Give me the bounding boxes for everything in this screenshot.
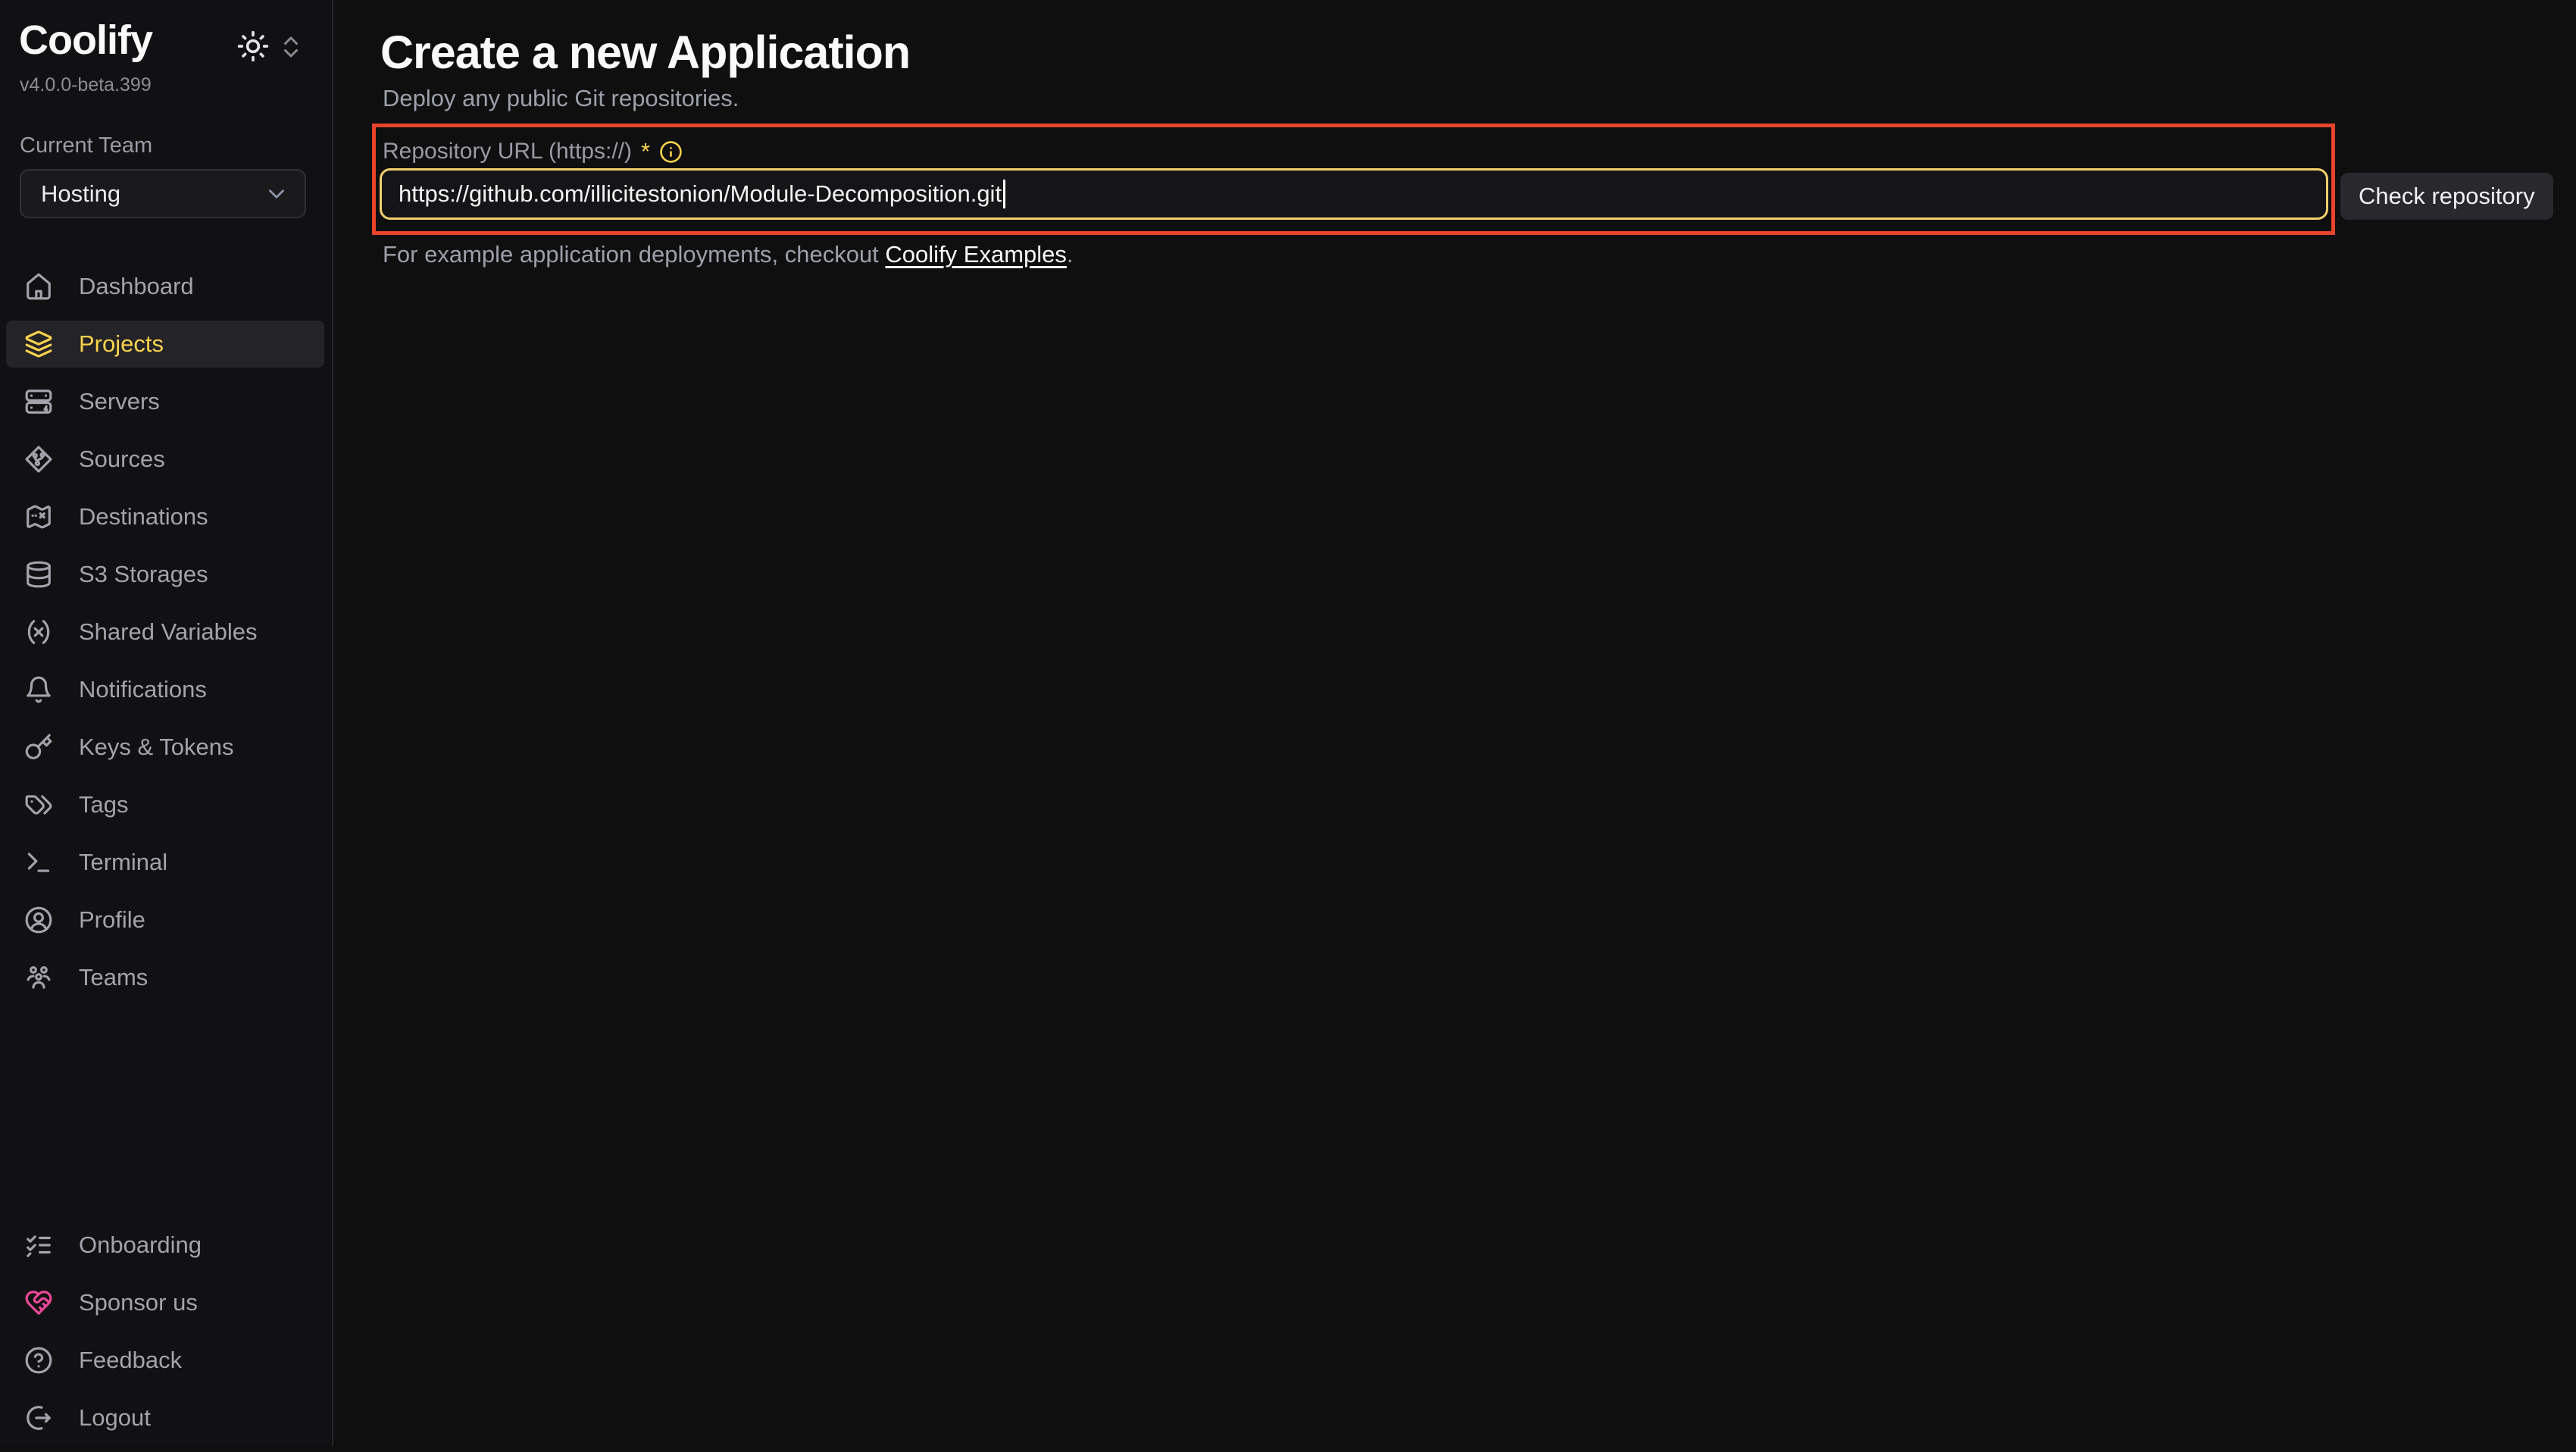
sidebar-item-tags[interactable]: Tags xyxy=(6,781,324,828)
app-version: v4.0.0-beta.399 xyxy=(20,74,152,96)
check-repository-button[interactable]: Check repository xyxy=(2340,173,2553,220)
repository-url-input[interactable]: https://github.com/illicitestonion/Modul… xyxy=(380,168,2328,220)
repository-url-label: Repository URL (https://) xyxy=(383,139,632,164)
sidebar-item-logout[interactable]: Logout xyxy=(6,1394,324,1441)
text-caret xyxy=(1003,180,1005,208)
team-select-value: Hosting xyxy=(41,180,120,208)
help-text-prefix: For example application deployments, che… xyxy=(383,241,885,268)
help-circle-icon xyxy=(24,1346,53,1375)
user-circle-icon xyxy=(24,906,53,934)
sidebar-item-sponsor-us[interactable]: Sponsor us xyxy=(6,1279,324,1326)
sidebar-nav: Dashboard Projects Servers Sources Destinati… xyxy=(6,263,324,1012)
page-subtitle: Deploy any public Git repositories. xyxy=(383,85,739,112)
sidebar: Coolify v4.0.0-beta.399 Current Team Hos… xyxy=(0,0,333,1446)
team-select[interactable]: Hosting xyxy=(20,169,306,218)
repository-url-value: https://github.com/illicitestonion/Modul… xyxy=(399,180,1002,208)
sidebar-item-terminal[interactable]: Terminal xyxy=(6,839,324,886)
sidebar-item-keys-tokens[interactable]: Keys & Tokens xyxy=(6,724,324,771)
sidebar-item-servers[interactable]: Servers xyxy=(6,378,324,425)
map-icon xyxy=(24,502,53,531)
git-source-icon xyxy=(24,445,53,474)
sidebar-item-label: Destinations xyxy=(79,503,208,530)
chevron-down-icon xyxy=(264,181,289,207)
sidebar-item-label: Dashboard xyxy=(79,273,194,300)
help-text: For example application deployments, che… xyxy=(383,241,1074,268)
heart-handshake-icon xyxy=(24,1288,53,1317)
sidebar-item-label: S3 Storages xyxy=(79,561,208,588)
home-icon xyxy=(24,272,53,301)
help-text-suffix: . xyxy=(1067,241,1074,268)
page-title: Create a new Application xyxy=(380,26,910,79)
sidebar-item-label: Notifications xyxy=(79,676,207,703)
sidebar-item-teams[interactable]: Teams xyxy=(6,954,324,1001)
database-icon xyxy=(24,560,53,589)
sidebar-item-feedback[interactable]: Feedback xyxy=(6,1337,324,1384)
current-team-label: Current Team xyxy=(20,133,152,158)
sidebar-item-label: Profile xyxy=(79,906,145,934)
sidebar-footer-nav: Onboarding Sponsor us Feedback Logout xyxy=(6,1222,324,1452)
sidebar-item-onboarding[interactable]: Onboarding xyxy=(6,1222,324,1269)
sidebar-item-dashboard[interactable]: Dashboard xyxy=(6,263,324,310)
users-icon xyxy=(24,963,53,992)
layers-icon xyxy=(24,330,53,358)
checklist-icon xyxy=(24,1231,53,1260)
sidebar-item-profile[interactable]: Profile xyxy=(6,897,324,943)
terminal-icon xyxy=(24,848,53,877)
variable-icon xyxy=(24,618,53,646)
sidebar-item-label: Keys & Tokens xyxy=(79,734,233,761)
required-asterisk: * xyxy=(641,138,650,165)
sidebar-item-label: Onboarding xyxy=(79,1231,202,1259)
app-logo: Coolify xyxy=(19,17,152,64)
key-icon xyxy=(24,733,53,762)
sidebar-item-label: Servers xyxy=(79,388,160,415)
chevrons-up-down-icon xyxy=(277,33,308,61)
sidebar-item-label: Sponsor us xyxy=(79,1289,198,1316)
repository-url-label-row: Repository URL (https://) * xyxy=(383,136,683,167)
sidebar-item-label: Teams xyxy=(79,964,148,991)
sidebar-item-s3-storages[interactable]: S3 Storages xyxy=(6,551,324,598)
tag-icon xyxy=(24,790,53,819)
sun-icon xyxy=(236,30,271,63)
bell-icon xyxy=(24,675,53,704)
sidebar-item-label: Projects xyxy=(79,330,164,358)
sidebar-item-shared-variables[interactable]: Shared Variables xyxy=(6,609,324,656)
info-icon[interactable] xyxy=(659,140,683,164)
sidebar-item-label: Logout xyxy=(79,1404,151,1432)
theme-toggle-button[interactable] xyxy=(236,29,271,64)
sidebar-item-label: Tags xyxy=(79,791,128,818)
sidebar-item-label: Feedback xyxy=(79,1347,182,1374)
sidebar-item-label: Shared Variables xyxy=(79,618,258,646)
server-icon xyxy=(24,387,53,416)
sidebar-item-sources[interactable]: Sources xyxy=(6,436,324,483)
sidebar-item-destinations[interactable]: Destinations xyxy=(6,493,324,540)
sidebar-item-label: Terminal xyxy=(79,849,167,876)
coolify-examples-link[interactable]: Coolify Examples xyxy=(885,241,1066,268)
sidebar-item-notifications[interactable]: Notifications xyxy=(6,666,324,713)
sidebar-item-projects[interactable]: Projects xyxy=(6,321,324,368)
sidebar-switcher-button[interactable] xyxy=(277,32,308,62)
sidebar-item-label: Sources xyxy=(79,446,165,473)
logout-icon xyxy=(24,1403,53,1432)
